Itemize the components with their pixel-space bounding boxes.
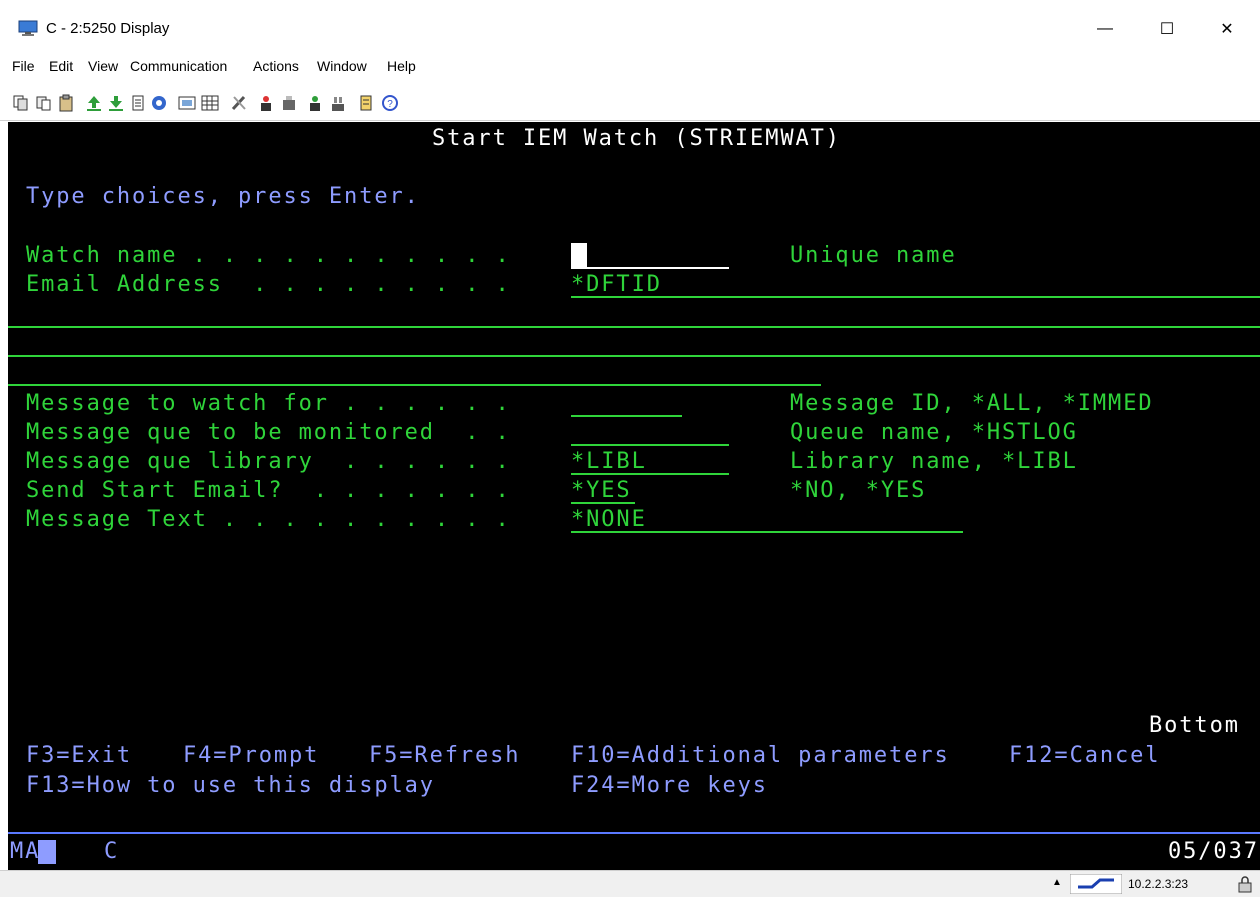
menu-actions[interactable]: Actions	[253, 58, 299, 74]
maximize-button[interactable]: ☐	[1144, 12, 1190, 46]
message-queue-library-hint: Library name, *LIBL	[790, 449, 1078, 474]
paste-icon[interactable]	[35, 94, 53, 112]
minimize-button[interactable]: —	[1082, 12, 1128, 46]
host-address: 10.2.2.3:23	[1128, 877, 1189, 891]
email-address-input[interactable]	[571, 272, 1260, 298]
message-to-watch-input[interactable]	[571, 391, 682, 417]
menu-window[interactable]: Window	[317, 58, 367, 74]
watch-name-hint: Unique name	[790, 243, 957, 268]
download-icon[interactable]	[107, 94, 125, 112]
menu-edit[interactable]: Edit	[49, 58, 73, 74]
email-address-continuation-2[interactable]	[8, 355, 1260, 357]
connection-icon	[1070, 874, 1122, 894]
message-text-label: Message Text . . . . . . . . . .	[26, 507, 511, 532]
send-start-email-label: Send Start Email? . . . . . . .	[26, 478, 511, 503]
macro-icon[interactable]	[129, 94, 147, 112]
email-address-continuation-3[interactable]	[8, 384, 821, 386]
message-queue-library-value: *LIBL	[571, 449, 647, 474]
copy-icon[interactable]	[12, 94, 30, 112]
monitor-icon	[18, 20, 38, 36]
operator-info-area: MA C 05/037	[8, 834, 1260, 870]
print-icon[interactable]	[280, 94, 298, 112]
close-button[interactable]: ✕	[1204, 12, 1250, 46]
window-title: C - 2:5250 Display	[46, 20, 170, 37]
oia-cursor-block	[38, 840, 56, 864]
send-start-email-value: *YES	[571, 478, 632, 503]
menu-bar: File Edit View Communication Actions Win…	[0, 54, 1260, 80]
f4-prompt-key[interactable]: F4=Prompt	[183, 744, 319, 768]
f12-cancel-key[interactable]: F12=Cancel	[1009, 744, 1160, 768]
menu-file[interactable]: File	[12, 58, 35, 74]
f5-refresh-key[interactable]: F5=Refresh	[369, 744, 520, 768]
oia-session: C	[104, 839, 120, 864]
keypad-icon[interactable]	[178, 94, 196, 112]
message-queue-label: Message que to be monitored . .	[26, 420, 511, 445]
toolbar: ?	[0, 84, 1260, 121]
text-cursor	[571, 243, 587, 267]
upload-icon[interactable]	[85, 94, 103, 112]
menu-help[interactable]: Help	[387, 58, 416, 74]
message-queue-hint: Queue name, *HSTLOG	[790, 420, 1078, 445]
f24-more-keys-key[interactable]: F24=More keys	[571, 774, 768, 798]
help-icon[interactable]: ?	[381, 94, 399, 112]
email-address-continuation-1[interactable]	[8, 326, 1260, 328]
email-address-label: Email Address . . . . . . . . .	[26, 272, 511, 297]
grid-icon[interactable]	[201, 94, 219, 112]
clipboard-icon[interactable]	[57, 94, 75, 112]
message-to-watch-label: Message to watch for . . . . . .	[26, 391, 511, 416]
f3-exit-key[interactable]: F3=Exit	[26, 744, 132, 768]
message-queue-input[interactable]	[571, 420, 729, 446]
lock-icon	[1238, 876, 1252, 893]
status-bar: ▲ 10.2.2.3:23	[0, 870, 1260, 897]
oia-indicator: MA	[10, 839, 41, 864]
instruction-text: Type choices, press Enter.	[26, 184, 420, 209]
message-queue-library-label: Message que library . . . . . .	[26, 449, 511, 474]
watch-name-input[interactable]	[571, 243, 729, 269]
terminal-screen[interactable]: Start IEM Watch (STRIEMWAT) Type choices…	[8, 122, 1260, 832]
user-play-icon[interactable]	[306, 94, 324, 112]
email-address-value: *DFTID	[571, 272, 662, 297]
stop-icon[interactable]	[329, 94, 347, 112]
svg-text:?: ?	[387, 99, 393, 110]
watch-name-label: Watch name . . . . . . . . . . .	[26, 243, 511, 268]
menu-view[interactable]: View	[88, 58, 118, 74]
settings-icon[interactable]	[150, 94, 168, 112]
f10-additional-parameters-key[interactable]: F10=Additional parameters	[571, 744, 950, 768]
bottom-indicator: Bottom	[1149, 713, 1240, 738]
user-record-icon[interactable]	[257, 94, 275, 112]
note-icon[interactable]	[357, 94, 375, 112]
message-to-watch-hint: Message ID, *ALL, *IMMED	[790, 391, 1154, 416]
window-titlebar: C - 2:5250 Display — ☐ ✕	[0, 8, 1260, 50]
message-text-value: *NONE	[571, 507, 647, 532]
cursor-position: 05/037	[1168, 839, 1259, 864]
send-start-email-hint: *NO, *YES	[790, 478, 927, 503]
scroll-up-icon[interactable]: ▲	[1052, 877, 1062, 888]
f13-help-key[interactable]: F13=How to use this display	[26, 774, 435, 798]
tools-icon[interactable]	[230, 94, 248, 112]
screen-title: Start IEM Watch (STRIEMWAT)	[432, 126, 841, 151]
menu-communication[interactable]: Communication	[130, 58, 227, 74]
